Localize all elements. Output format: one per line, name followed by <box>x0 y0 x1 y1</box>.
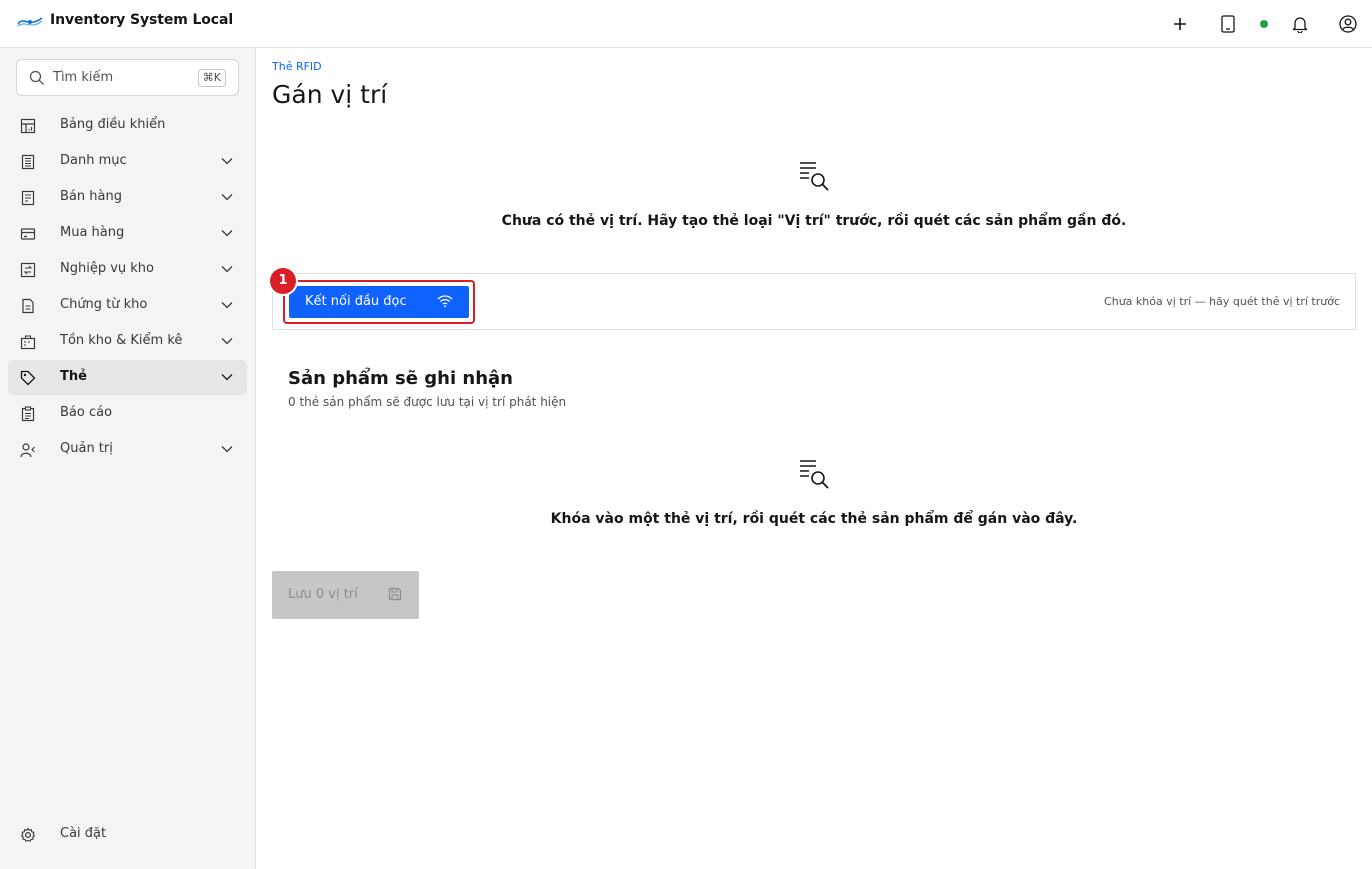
breadcrumb-rfid-tags[interactable]: Thẻ RFID <box>272 60 322 73</box>
sidebar-item-dashboard[interactable]: Bảng điều khiển <box>8 108 247 143</box>
sidebar-item-inventory[interactable]: Tồn kho & Kiểm kê <box>8 324 247 359</box>
sidebar-item-label: Thẻ <box>60 369 87 384</box>
inventory-icon <box>20 335 36 350</box>
tablet-icon <box>1221 15 1235 33</box>
dashboard-icon <box>20 118 36 134</box>
sidebar-item-settings[interactable]: Cài đặt <box>8 817 247 852</box>
sidebar-item-label: Nghiệp vụ kho <box>60 261 154 276</box>
app-logo <box>17 17 43 27</box>
settings-icon <box>20 827 36 842</box>
search-list-icon <box>800 162 829 191</box>
tag-icon <box>20 370 36 386</box>
chevron-down-icon <box>221 266 233 273</box>
notification-icon <box>1292 17 1308 33</box>
device-button[interactable] <box>1212 8 1244 40</box>
settings-label: Cài đặt <box>60 826 107 841</box>
sidebar-item-label: Mua hàng <box>60 225 125 240</box>
sidebar-item-label: Bảng điều khiển <box>60 117 166 132</box>
empty-products-message: Khóa vào một thẻ vị trí, rồi quét các th… <box>550 511 1078 527</box>
chevron-down-icon <box>221 446 233 453</box>
sidebar-item-reports[interactable]: Báo cáo <box>8 396 247 431</box>
warehouse-operations-icon <box>20 262 36 278</box>
sidebar-item-label: Danh mục <box>60 153 127 168</box>
chevron-down-icon <box>221 194 233 201</box>
search-icon <box>29 70 44 85</box>
sidebar-item-label: Quản trị <box>60 441 113 456</box>
search-list-icon <box>800 460 829 489</box>
purchase-icon <box>20 228 36 240</box>
sidebar-item-label: Chứng từ kho <box>60 297 148 312</box>
empty-locations-message: Chưa có thẻ vị trí. Hãy tạo thẻ loại "Vị… <box>501 213 1127 229</box>
products-section-subtitle: 0 thẻ sản phẩm sẽ được lưu tại vị trí ph… <box>288 395 567 409</box>
search-shortcut-badge: ⌘K <box>197 69 226 87</box>
sales-icon <box>21 190 35 206</box>
page-title: Gán vị trí <box>272 80 388 109</box>
sidebar-item-warehouse-operations[interactable]: Nghiệp vụ kho <box>8 252 247 287</box>
step-number-badge: 1 <box>270 268 296 294</box>
sidebar-item-purchase[interactable]: Mua hàng <box>8 216 247 251</box>
admin-icon <box>20 443 35 458</box>
document-icon <box>22 298 34 314</box>
sidebar-item-catalog[interactable]: Danh mục <box>8 144 247 179</box>
chevron-down-icon <box>221 230 233 237</box>
report-icon <box>21 406 35 422</box>
sidebar-item-warehouse-documents[interactable]: Chứng từ kho <box>8 288 247 323</box>
products-section-title: Sản phẩm sẽ ghi nhận <box>288 368 513 389</box>
add-icon <box>1174 18 1186 30</box>
sidebar-item-admin[interactable]: Quản trị <box>8 432 247 467</box>
app-title: Inventory System Local <box>50 12 234 28</box>
chevron-down-icon <box>221 338 233 345</box>
search-input[interactable]: Tìm kiếm ⌘K <box>16 59 239 96</box>
search-placeholder: Tìm kiếm <box>53 70 114 85</box>
connect-reader-button[interactable]: Kết nối đầu đọc <box>289 286 469 318</box>
save-locations-button[interactable]: Lưu 0 vị trí <box>272 571 419 619</box>
notifications-button[interactable] <box>1284 8 1316 40</box>
sidebar-item-sales[interactable]: Bán hàng <box>8 180 247 215</box>
chevron-down-icon <box>221 374 233 381</box>
save-locations-label: Lưu 0 vị trí <box>288 587 358 602</box>
sidebar-item-tags[interactable]: Thẻ <box>8 360 247 395</box>
user-menu-button[interactable] <box>1332 8 1364 40</box>
save-icon <box>388 587 402 601</box>
sidebar: Tìm kiếm ⌘K Bảng điều khiển Danh mục Bán… <box>0 48 256 869</box>
user-avatar-icon <box>1339 15 1357 33</box>
sidebar-item-label: Báo cáo <box>60 405 113 420</box>
add-button[interactable] <box>1164 8 1196 40</box>
chevron-down-icon <box>221 158 233 165</box>
sidebar-item-label: Tồn kho & Kiểm kê <box>60 333 183 348</box>
connect-reader-label: Kết nối đầu đọc <box>305 294 407 309</box>
connection-status-dot <box>1260 20 1268 28</box>
top-header: Inventory System Local <box>0 0 1372 48</box>
sidebar-item-label: Bán hàng <box>60 189 122 204</box>
chevron-down-icon <box>221 302 233 309</box>
lock-status-text: Chưa khóa vị trí — hãy quét thẻ vị trí t… <box>1104 295 1340 308</box>
wifi-icon <box>437 295 453 308</box>
catalog-icon <box>21 154 35 170</box>
